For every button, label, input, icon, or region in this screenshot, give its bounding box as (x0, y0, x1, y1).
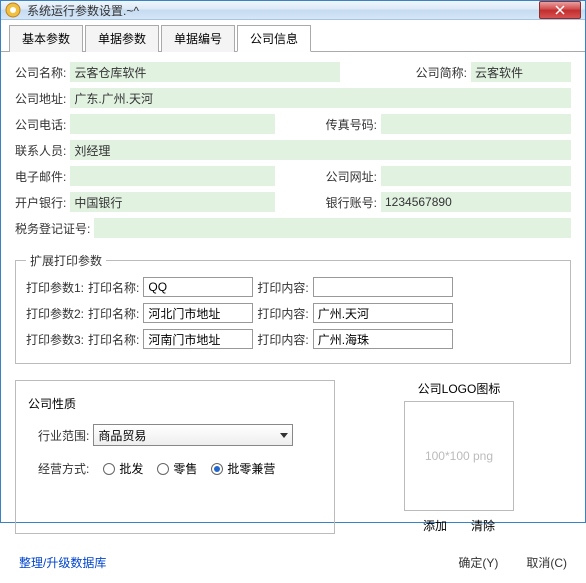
mode-label: 经营方式: (38, 460, 89, 477)
cancel-button[interactable]: 取消(C) (526, 554, 567, 571)
bank-label: 开户银行: (15, 194, 66, 211)
chevron-down-icon (280, 433, 288, 438)
print-content-input[interactable] (313, 329, 453, 349)
print-name-input[interactable] (143, 329, 253, 349)
content: 公司名称: 公司简称: 公司地址: 公司电话: 传真号码: 联系人员: 电子邮件… (1, 52, 585, 544)
print-content-label: 打印内容: (257, 331, 308, 348)
radio-icon (157, 463, 169, 475)
company-nature-title: 公司性质 (28, 395, 322, 412)
print-name-label: 打印名称: (88, 305, 139, 322)
radio-label: 批零兼营 (227, 460, 275, 477)
logo-clear-button[interactable]: 清除 (471, 517, 495, 534)
tab-doc-params[interactable]: 单据参数 (85, 25, 159, 52)
print-name-input[interactable] (143, 303, 253, 323)
tabs: 基本参数 单据参数 单据编号 公司信息 (1, 20, 585, 52)
email-input[interactable] (70, 166, 275, 186)
print-name-label: 打印名称: (88, 331, 139, 348)
print-content-label: 打印内容: (257, 305, 308, 322)
website-input[interactable] (381, 166, 571, 186)
logo-title: 公司LOGO图标 (418, 380, 501, 397)
window: 系统运行参数设置.~^ 基本参数 单据参数 单据编号 公司信息 公司名称: 公司… (0, 0, 586, 523)
print-row: 打印参数2:打印名称: 打印内容: (26, 303, 560, 323)
logo-area: 公司LOGO图标 100*100 png 添加 清除 (347, 380, 571, 534)
titlebar: 系统运行参数设置.~^ (1, 1, 585, 20)
print-content-input[interactable] (313, 303, 453, 323)
window-title: 系统运行参数设置.~^ (27, 2, 539, 19)
radio-label: 批发 (119, 460, 143, 477)
bank-acct-input[interactable] (381, 192, 571, 212)
print-name-label: 打印名称: (88, 279, 139, 296)
industry-value: 商品贸易 (98, 427, 146, 444)
contact-label: 联系人员: (15, 142, 66, 159)
mode-radio-1[interactable]: 零售 (157, 460, 197, 477)
company-phone-label: 公司电话: (15, 116, 66, 133)
industry-select[interactable]: 商品贸易 (93, 424, 293, 446)
company-short-label: 公司简称: (416, 64, 467, 81)
mode-radio-2[interactable]: 批零兼营 (211, 460, 275, 477)
tab-doc-number[interactable]: 单据编号 (161, 25, 235, 52)
db-upgrade-link[interactable]: 整理/升级数据库 (19, 554, 106, 571)
print-param-label: 打印参数1: (26, 279, 84, 296)
ok-button[interactable]: 确定(Y) (458, 554, 498, 571)
radio-icon (211, 463, 223, 475)
company-name-label: 公司名称: (15, 64, 66, 81)
print-row: 打印参数3:打印名称: 打印内容: (26, 329, 560, 349)
industry-label: 行业范围: (38, 427, 89, 444)
fax-label: 传真号码: (326, 116, 377, 133)
tab-basic[interactable]: 基本参数 (9, 25, 83, 52)
bank-acct-label: 银行账号: (326, 194, 377, 211)
close-button[interactable] (539, 1, 581, 19)
logo-add-button[interactable]: 添加 (423, 517, 447, 534)
print-params-group: 扩展打印参数 打印参数1:打印名称:打印内容:打印参数2:打印名称:打印内容:打… (15, 252, 571, 364)
print-row: 打印参数1:打印名称: 打印内容: (26, 277, 560, 297)
print-content-input[interactable] (313, 277, 453, 297)
logo-placeholder: 100*100 png (425, 449, 493, 463)
print-param-label: 打印参数2: (26, 305, 84, 322)
company-short-input[interactable] (471, 62, 571, 82)
close-icon (555, 5, 565, 15)
company-name-input[interactable] (70, 62, 340, 82)
logo-box[interactable]: 100*100 png (404, 401, 514, 511)
company-addr-label: 公司地址: (15, 90, 66, 107)
app-icon (5, 2, 21, 18)
print-param-label: 打印参数3: (26, 331, 84, 348)
company-addr-input[interactable] (70, 88, 571, 108)
tax-reg-input[interactable] (94, 218, 571, 238)
radio-icon (103, 463, 115, 475)
fax-input[interactable] (381, 114, 571, 134)
print-params-legend: 扩展打印参数 (26, 252, 106, 269)
footer: 整理/升级数据库 确定(Y) 取消(C) (1, 544, 585, 583)
print-name-input[interactable] (143, 277, 253, 297)
tax-reg-label: 税务登记证号: (15, 220, 90, 237)
email-label: 电子邮件: (15, 168, 66, 185)
contact-input[interactable] (70, 140, 571, 160)
tab-company-info[interactable]: 公司信息 (237, 25, 311, 52)
company-phone-input[interactable] (70, 114, 275, 134)
print-content-label: 打印内容: (257, 279, 308, 296)
bank-input[interactable] (70, 192, 275, 212)
mode-radio-0[interactable]: 批发 (103, 460, 143, 477)
radio-label: 零售 (173, 460, 197, 477)
website-label: 公司网址: (326, 168, 377, 185)
company-nature-group: 公司性质 行业范围: 商品贸易 经营方式: 批发 零售 批零兼营 (15, 380, 335, 534)
